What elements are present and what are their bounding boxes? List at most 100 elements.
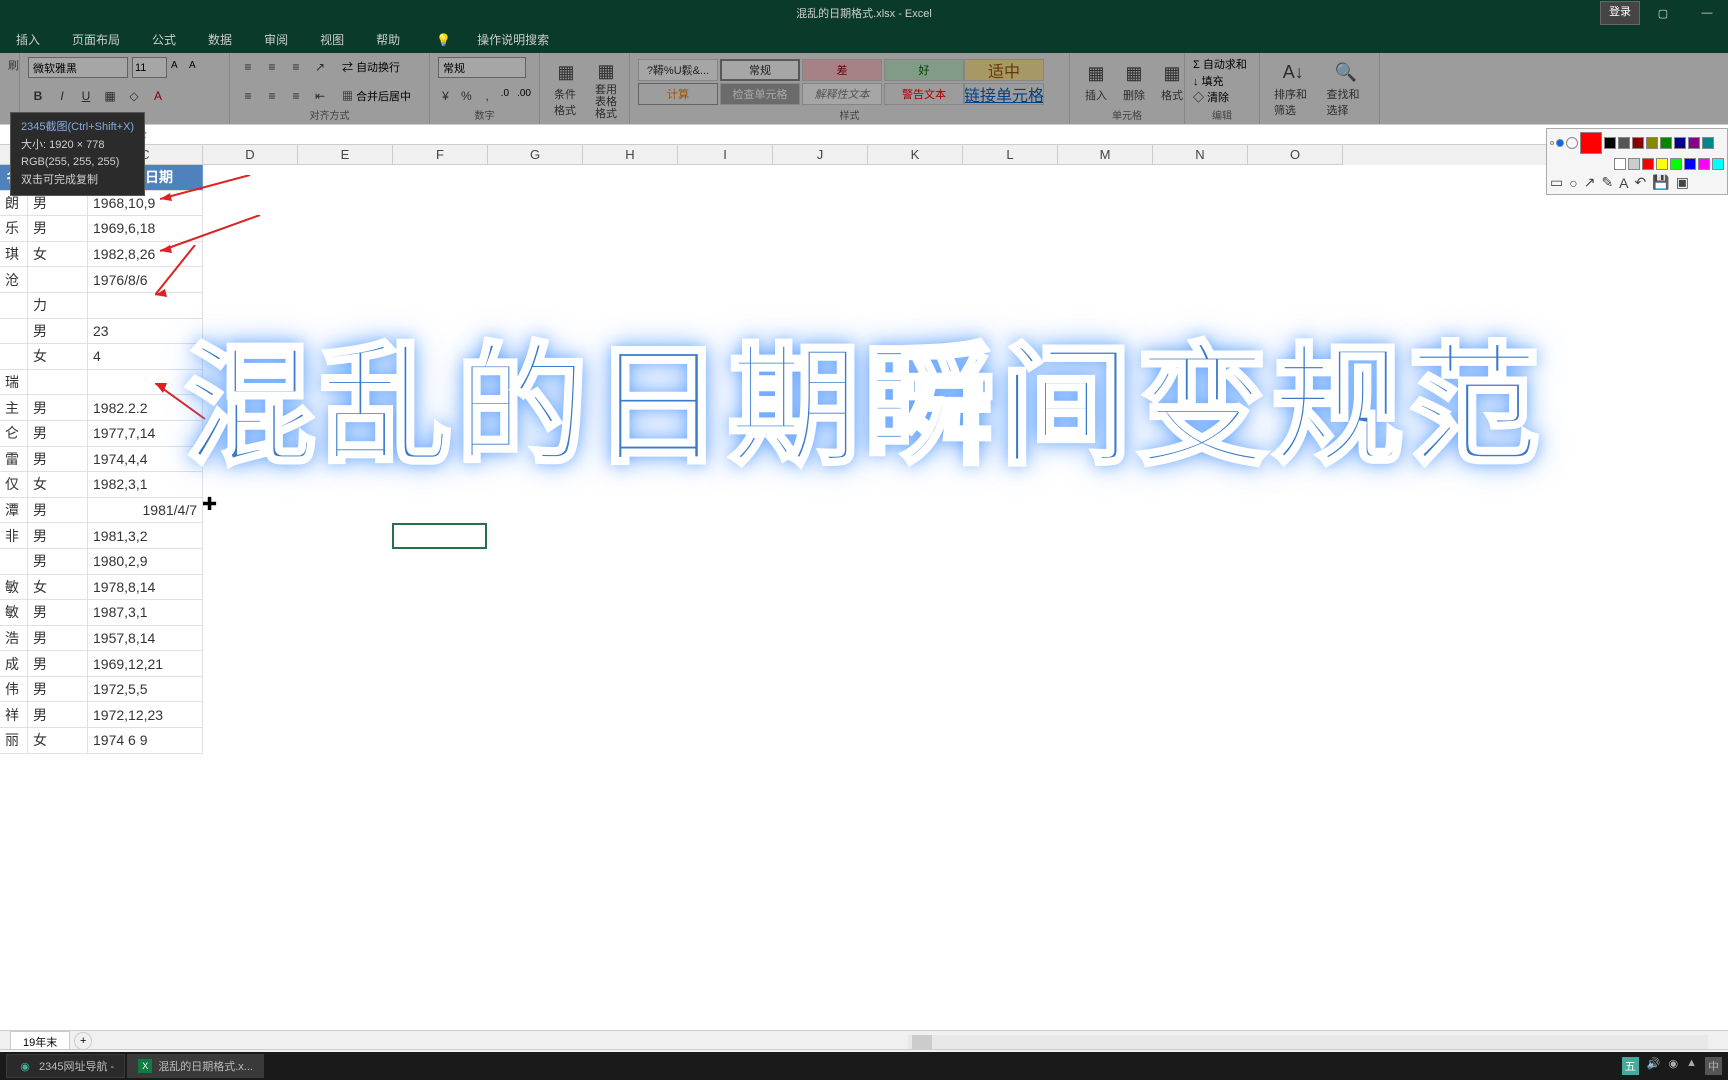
cell-name[interactable]: 敏 [0, 600, 28, 626]
style-neutral[interactable]: 适中 [964, 59, 1044, 81]
save-tool-icon[interactable]: 💾 [1652, 174, 1669, 191]
increase-font-icon[interactable]: A [171, 60, 185, 76]
style-check[interactable]: 检查单元格 [720, 83, 800, 105]
current-color[interactable] [1580, 132, 1602, 154]
wrap-text-button[interactable]: ⇄ 自动换行 [342, 59, 400, 75]
cell-name[interactable]: 成 [0, 651, 28, 677]
cell-date[interactable]: 1972,5,5 [88, 677, 203, 703]
cell-gender[interactable]: 力 [28, 293, 88, 319]
cell-gender[interactable]: 女 [28, 344, 88, 370]
cell-gender[interactable]: 男 [28, 319, 88, 345]
align-center-icon[interactable]: ≡ [262, 86, 282, 106]
ribbon-display-icon[interactable]: ▢ [1642, 1, 1684, 25]
cell-date[interactable]: 1981/4/7 [88, 498, 203, 524]
align-left-icon[interactable]: ≡ [238, 86, 258, 106]
style-link[interactable]: 链接单元格 [964, 83, 1044, 105]
col-header-o[interactable]: O [1248, 145, 1343, 165]
horizontal-scrollbar[interactable] [908, 1035, 1708, 1049]
tray-icon-1[interactable]: 🔊 [1647, 1057, 1661, 1075]
tab-view[interactable]: 视图 [314, 27, 350, 52]
cell-name[interactable]: 非 [0, 523, 28, 549]
bold-button[interactable]: B [28, 86, 48, 106]
rect-tool-icon[interactable]: ▭ [1550, 174, 1563, 191]
color-teal[interactable] [1702, 137, 1714, 149]
color-green[interactable] [1660, 137, 1672, 149]
decrease-font-icon[interactable]: A [189, 60, 203, 76]
tellme-input[interactable]: 操作说明搜索 [471, 27, 555, 52]
tab-review[interactable]: 审阅 [258, 27, 294, 52]
cell-gender[interactable]: 男 [28, 549, 88, 575]
style-warn[interactable]: 警告文本 [884, 83, 964, 105]
font-name-select[interactable] [28, 57, 128, 78]
size-medium-icon[interactable] [1556, 139, 1564, 147]
align-bottom-icon[interactable]: ≡ [286, 57, 306, 77]
style-good[interactable]: 好 [884, 59, 964, 81]
color-darkred[interactable] [1632, 137, 1644, 149]
cell-gender[interactable]: 男 [28, 447, 88, 473]
ime-indicator[interactable]: 五 [1622, 1057, 1639, 1075]
cell-gender[interactable]: 女 [28, 728, 88, 754]
color-lightgray[interactable] [1628, 158, 1640, 170]
tab-help[interactable]: 帮助 [370, 27, 406, 52]
tab-layout[interactable]: 页面布局 [66, 27, 126, 52]
cell-name[interactable]: 潭 [0, 498, 28, 524]
cell-name[interactable]: 仅 [0, 472, 28, 498]
arrow-tool-icon[interactable]: ↗ [1584, 174, 1596, 191]
indent-icon[interactable]: ⇤ [310, 86, 330, 106]
ellipse-tool-icon[interactable]: ○ [1569, 175, 1577, 191]
cell-gender[interactable]: 男 [28, 216, 88, 242]
table-format-button[interactable]: ▦ 套用 表格格式 [588, 59, 624, 120]
color-cyan[interactable] [1712, 158, 1724, 170]
style-q[interactable]: ?鞯%U鬏&... [638, 59, 718, 81]
taskbar-excel[interactable]: X 混乱的日期格式.x... [127, 1054, 264, 1078]
merge-button[interactable]: ▦ 合并后居中 [342, 88, 411, 104]
color-navy[interactable] [1674, 137, 1686, 149]
spreadsheet-grid[interactable]: B C D E F G H I J K L M N O 名 性别 出生日期 朗男… [0, 145, 1728, 754]
cell-name[interactable]: 丽 [0, 728, 28, 754]
style-normal[interactable]: 常规 [720, 59, 800, 81]
cell-name[interactable] [0, 293, 28, 319]
italic-button[interactable]: I [52, 86, 72, 106]
cell-name[interactable]: 乐 [0, 216, 28, 242]
color-white[interactable] [1614, 158, 1626, 170]
cell-gender[interactable]: 男 [28, 677, 88, 703]
number-format-select[interactable] [438, 57, 526, 78]
col-header-l[interactable]: L [963, 145, 1058, 165]
cell-date[interactable]: 1977,7,14 [88, 421, 203, 447]
cell-name[interactable]: 雷 [0, 447, 28, 473]
cell-name[interactable]: 琪 [0, 242, 28, 268]
col-header-m[interactable]: M [1058, 145, 1153, 165]
increase-decimal-icon[interactable]: .0 [501, 88, 511, 104]
cell-gender[interactable]: 女 [28, 575, 88, 601]
find-select-button[interactable]: 🔍查找和选择 [1321, 59, 1372, 120]
cell-name[interactable] [0, 549, 28, 575]
cell-gender[interactable]: 男 [28, 498, 88, 524]
cell-name[interactable]: 祥 [0, 702, 28, 728]
col-header-d[interactable]: D [203, 145, 298, 165]
color-lime[interactable] [1670, 158, 1682, 170]
col-header-j[interactable]: J [773, 145, 868, 165]
col-header-f[interactable]: F [393, 145, 488, 165]
tray-icon-2[interactable]: ◉ [1669, 1057, 1679, 1075]
cell-name[interactable]: 仑 [0, 421, 28, 447]
cell-date[interactable] [88, 370, 203, 396]
minimize-icon[interactable]: — [1686, 1, 1728, 25]
col-header-e[interactable]: E [298, 145, 393, 165]
cell-date[interactable]: 1957,8,14 [88, 626, 203, 652]
color-red[interactable] [1642, 158, 1654, 170]
tab-data[interactable]: 数据 [202, 27, 238, 52]
cell-date[interactable] [88, 293, 203, 319]
color-blue[interactable] [1684, 158, 1696, 170]
cell-date[interactable]: 1969,12,21 [88, 651, 203, 677]
cell-name[interactable]: 伟 [0, 677, 28, 703]
col-header-h[interactable]: H [583, 145, 678, 165]
login-button[interactable]: 登录 [1600, 1, 1640, 25]
cell-name[interactable]: 瑞 [0, 370, 28, 396]
decrease-decimal-icon[interactable]: .00 [517, 88, 531, 104]
currency-icon[interactable]: ¥ [438, 86, 453, 106]
clear-button[interactable]: ◇ 清除 [1193, 90, 1251, 107]
sort-filter-button[interactable]: A↓排序和筛选 [1268, 59, 1319, 120]
cell-name[interactable]: 敏 [0, 575, 28, 601]
color-gray[interactable] [1618, 137, 1630, 149]
cell-date[interactable]: 1987,3,1 [88, 600, 203, 626]
